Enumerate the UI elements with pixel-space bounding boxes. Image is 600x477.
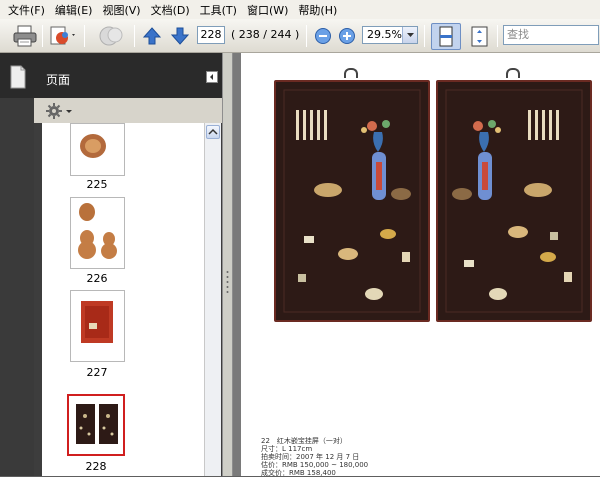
scroll-up-icon bbox=[208, 128, 218, 135]
thumbnail-page-227[interactable] bbox=[70, 290, 125, 362]
item-caption: 22 红木嵌宝挂屏（一对） 尺寸：L 117cm 拍卖时间：2007 年 12 … bbox=[261, 437, 368, 477]
menu-view[interactable]: 视图(V) bbox=[97, 2, 145, 18]
menu-edit[interactable]: 编辑(E) bbox=[50, 2, 98, 18]
hanging-hook bbox=[506, 68, 520, 78]
menu-tools[interactable]: 工具(T) bbox=[195, 2, 242, 18]
caption-line: 22 红木嵌宝挂屏（一对） bbox=[261, 437, 347, 445]
page-count: ( 238 / 244 ) bbox=[231, 28, 300, 41]
menu-bar: 文件(F) 编辑(E) 视图(V) 文档(D) 工具(T) 窗口(W) 帮助(H… bbox=[0, 0, 600, 19]
page-number-input[interactable]: 228 bbox=[197, 26, 225, 44]
thumbnail-label-225: 225 bbox=[86, 178, 108, 191]
caption-line: 拍卖时间：2007 年 12 月 7 日 bbox=[261, 453, 360, 461]
collapse-icon bbox=[210, 74, 213, 80]
panel-artwork bbox=[283, 89, 421, 313]
printer-icon[interactable] bbox=[12, 24, 38, 48]
search-input[interactable]: 查找 bbox=[503, 25, 599, 45]
zoom-out-icon[interactable] bbox=[314, 27, 332, 45]
down-arrow-icon[interactable] bbox=[170, 26, 190, 46]
thumbnail-label-226: 226 bbox=[86, 272, 108, 285]
thumbnail-label-227: 227 bbox=[86, 366, 108, 379]
gear-icon[interactable] bbox=[45, 102, 73, 120]
caption-line: 估价：RMB 150,000 ~ 180,000 bbox=[261, 461, 369, 469]
export-icon[interactable] bbox=[48, 24, 78, 48]
up-arrow-icon[interactable] bbox=[142, 26, 162, 46]
thumbnail-page-228[interactable] bbox=[67, 394, 125, 456]
menu-help[interactable]: 帮助(H) bbox=[293, 2, 342, 18]
thumbnail-label-228: 228 bbox=[85, 460, 107, 473]
full-screen-icon[interactable] bbox=[467, 24, 493, 50]
panel-splitter[interactable] bbox=[222, 53, 233, 476]
panel-title: 页面 bbox=[46, 73, 71, 87]
zoom-in-icon[interactable] bbox=[338, 27, 356, 45]
pages-panel-header bbox=[0, 53, 222, 98]
thumbnail-image bbox=[81, 301, 113, 343]
fit-page-icon bbox=[439, 26, 453, 47]
share-icon[interactable] bbox=[96, 22, 128, 50]
chevron-down-icon bbox=[407, 33, 414, 37]
hanging-panel-right bbox=[436, 80, 592, 322]
navigation-rail bbox=[0, 53, 34, 476]
panel-close-button[interactable] bbox=[206, 71, 218, 83]
hanging-panel-left bbox=[274, 80, 430, 322]
thumbnail-page-226[interactable] bbox=[70, 197, 125, 269]
scroll-up-button[interactable] bbox=[206, 125, 220, 139]
thumbnail-image bbox=[80, 134, 106, 158]
hanging-hook bbox=[344, 68, 358, 78]
thumbnail-image bbox=[78, 203, 117, 259]
grip-icon bbox=[226, 271, 229, 293]
zoom-dropdown[interactable] bbox=[402, 27, 417, 43]
fit-page-button[interactable] bbox=[431, 23, 461, 50]
caption-line: 尺寸：L 117cm bbox=[261, 445, 313, 453]
thumbnail-page-225[interactable] bbox=[70, 123, 125, 176]
thumbnail-scrollbar[interactable] bbox=[204, 123, 221, 476]
menu-file[interactable]: 文件(F) bbox=[3, 2, 50, 18]
panel-artwork bbox=[445, 89, 583, 313]
thumbnail-image bbox=[76, 404, 118, 444]
pages-icon[interactable] bbox=[8, 64, 28, 90]
menu-document[interactable]: 文档(D) bbox=[146, 2, 195, 18]
menu-window[interactable]: 窗口(W) bbox=[242, 2, 293, 18]
